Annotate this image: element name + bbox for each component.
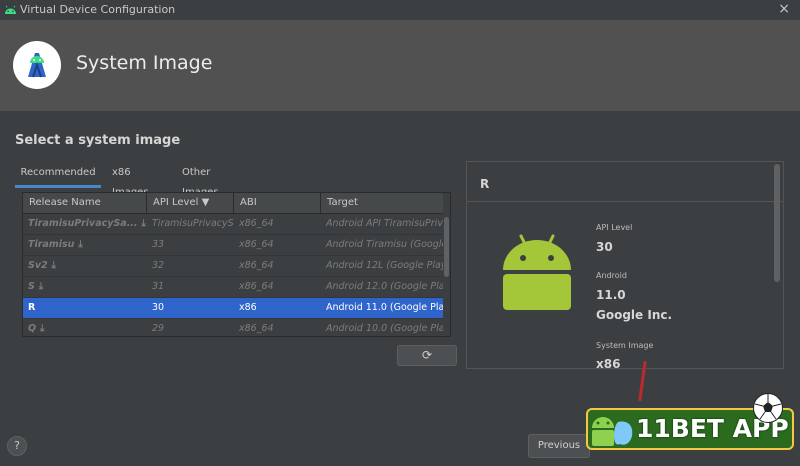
table-row-selected[interactable]: R 30 x86 Android 11.0 (Google Play)	[23, 298, 443, 319]
android-icon	[5, 5, 16, 14]
details-scrollbar[interactable]	[774, 164, 780, 282]
column-target[interactable]: Target	[321, 193, 443, 213]
api-level-value: 30	[596, 240, 613, 254]
row-target: Android Tiramisu (Google P	[326, 239, 443, 250]
row-abi: x86_64	[239, 218, 274, 229]
row-api-level: TiramisuPrivacySan	[152, 218, 234, 229]
row-release-name: TiramisuPrivacySa... ⤓	[28, 218, 146, 229]
table-row[interactable]: S ⤓ 31 x86_64 Android 12.0 (Google Play)	[23, 277, 443, 298]
row-release-name: Q ⤓	[28, 323, 45, 334]
row-abi: x86	[239, 302, 257, 313]
previous-button[interactable]: Previous	[528, 434, 590, 458]
row-target: Android API TiramisuPrivacy	[326, 218, 443, 229]
tab-recommended[interactable]: Recommended	[15, 163, 101, 188]
system-image-value: x86	[596, 357, 621, 369]
row-target: Android 12L (Google Play)	[326, 260, 443, 271]
table-header: Release Name API Level ▼ ABI Target	[23, 193, 443, 214]
system-image-label: System Image	[596, 341, 654, 350]
column-abi[interactable]: ABI	[234, 193, 321, 213]
download-icon[interactable]: ⤓	[52, 260, 56, 271]
row-api-level: 31	[152, 281, 165, 292]
row-release-name: S ⤓	[28, 281, 44, 292]
row-abi: x86_64	[239, 281, 274, 292]
column-api-level[interactable]: API Level ▼	[147, 193, 234, 213]
api-level-label: API Level	[596, 223, 633, 232]
android-robot-icon	[503, 234, 571, 310]
table-row[interactable]: TiramisuPrivacySa...⤓ TiramisuPrivacySan…	[23, 214, 443, 235]
download-icon[interactable]: ⤓	[39, 281, 43, 292]
help-button[interactable]: ?	[7, 436, 27, 456]
row-api-level: 32	[152, 260, 165, 271]
download-icon[interactable]: ⤓	[78, 239, 82, 250]
table-row[interactable]: Sv2 ⤓ 32 x86_64 Android 12L (Google Play)	[23, 256, 443, 277]
vendor-value: Google Inc.	[596, 308, 673, 322]
android-label: Android	[596, 271, 627, 280]
android-ad-icon	[592, 417, 633, 446]
details-header: R	[467, 162, 783, 202]
row-api-level: 30	[152, 302, 165, 313]
ad-banner[interactable]: 11BET APP	[586, 393, 796, 451]
row-release-name: Sv2 ⤓	[28, 260, 56, 271]
soccer-ball-icon	[753, 393, 783, 423]
tab-x86-images[interactable]: x86 Images	[112, 163, 149, 198]
android-version-value: 11.0	[596, 288, 626, 302]
window-title: Virtual Device Configuration	[20, 3, 176, 16]
row-api-level: 29	[152, 323, 165, 334]
title-bar: Virtual Device Configuration ×	[0, 0, 800, 21]
android-studio-icon	[13, 41, 61, 89]
row-abi: x86_64	[239, 323, 274, 334]
wizard-header: System Image	[0, 20, 800, 111]
system-image-table: Release Name API Level ▼ ABI Target Tira…	[22, 192, 451, 337]
section-title: Select a system image	[15, 133, 181, 148]
row-abi: x86_64	[239, 260, 274, 271]
row-target: Android 11.0 (Google Play)	[326, 302, 443, 313]
table-row[interactable]: Tiramisu ⤓ 33 x86_64 Android Tiramisu (Go…	[23, 235, 443, 256]
row-target: Android 10.0 (Google Play)	[326, 323, 443, 334]
row-abi: x86_64	[239, 239, 274, 250]
refresh-icon: ⟳	[421, 348, 433, 362]
row-release-name: Tiramisu ⤓	[28, 239, 83, 250]
page-title: System Image	[76, 52, 213, 74]
row-release-name: R	[28, 302, 36, 313]
table-scrollbar[interactable]	[443, 213, 450, 336]
table-row[interactable]: Q ⤓ 29 x86_64 Android 10.0 (Google Play)	[23, 319, 443, 336]
download-icon[interactable]: ⤓	[142, 218, 146, 229]
tab-other-images[interactable]: Other Images	[182, 163, 219, 198]
refresh-button[interactable]: ⟳	[397, 345, 457, 366]
close-icon[interactable]: ×	[778, 1, 790, 17]
download-icon[interactable]: ⤓	[40, 323, 44, 334]
image-details-panel: R API Level 30 Android 11.0 Google Inc. …	[466, 161, 784, 369]
row-api-level: 33	[152, 239, 165, 250]
details-release-name: R	[480, 177, 490, 191]
column-release-name[interactable]: Release Name	[23, 193, 147, 213]
scrollbar-thumb[interactable]	[444, 217, 449, 277]
row-target: Android 12.0 (Google Play)	[326, 281, 443, 292]
